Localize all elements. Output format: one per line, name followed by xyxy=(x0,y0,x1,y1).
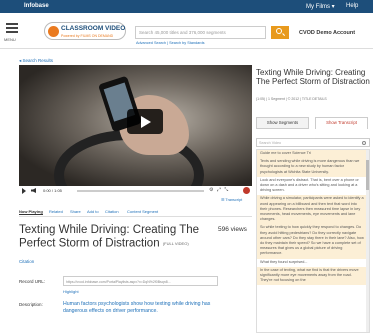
tab-citation[interactable]: Citation xyxy=(105,209,119,214)
citation-link[interactable]: Citation xyxy=(19,259,34,264)
advanced-search-link[interactable]: Advanced Search xyxy=(136,41,166,45)
sidebar-title: Texting While Driving: Creating The Perf… xyxy=(256,68,370,86)
view-count: 596 views xyxy=(218,226,247,233)
transcript-panel[interactable]: Guide me to cover Science Tri Texts and … xyxy=(256,149,370,333)
my-films-menu[interactable]: My Films ▾ xyxy=(306,3,335,10)
record-icon[interactable] xyxy=(243,187,250,194)
hamburger-menu-icon[interactable] xyxy=(6,23,18,35)
transcript-line[interactable]: While driving a simulator, participants … xyxy=(257,195,369,225)
transcript-search-input[interactable]: Search Video xyxy=(256,138,370,147)
help-link[interactable]: Help xyxy=(346,3,358,9)
play-control-icon[interactable] xyxy=(22,188,26,194)
transcript-line[interactable]: Texts and sending while driving is more … xyxy=(257,158,369,177)
tab-content-segment[interactable]: Content Segment xyxy=(127,209,158,214)
volume-icon[interactable] xyxy=(31,188,36,193)
transcript-search-placeholder: Search Video xyxy=(259,141,282,145)
transcript-line[interactable]: Look and everyone's distract. That is, b… xyxy=(257,177,369,196)
header: MENU CLASSROOM VIDEO Powered by FILMS ON… xyxy=(0,13,373,49)
record-url-label: Record URL: xyxy=(19,279,46,284)
logo-emblem-icon xyxy=(48,26,59,37)
brand-label[interactable]: Infobase xyxy=(24,3,49,9)
record-url-field[interactable]: https://cvod.infobase.com/PortalPlaylist… xyxy=(63,276,218,286)
description-text: Human factors psychologists show how tex… xyxy=(63,301,211,314)
player-settings-icons[interactable]: ⚙ ⤢ ⤡ xyxy=(209,187,229,193)
show-transcript-tab[interactable]: Show Transcript xyxy=(315,117,368,129)
logo-subtitle: Powered by FILMS ON DEMAND xyxy=(61,34,114,38)
video-player[interactable] xyxy=(19,65,252,186)
logo-title: CLASSROOM VIDEO xyxy=(61,25,126,32)
video-controls: 0:00 / 1:05 ⚙ ⤢ ⤡ xyxy=(19,186,252,196)
top-bar: Infobase My Films ▾ Help xyxy=(0,0,373,13)
full-video-label: (FULL VIDEO) xyxy=(162,241,189,246)
tab-add-to[interactable]: Add to xyxy=(87,209,99,214)
search-by-standards-link[interactable]: Search by Standards xyxy=(169,41,204,45)
transcript-line[interactable]: Guide me to cover Science Tri xyxy=(257,150,369,159)
transcript-line[interactable]: So while texting to how quickly they res… xyxy=(257,224,369,259)
menu-label[interactable]: MENU xyxy=(4,37,16,42)
search-button[interactable] xyxy=(271,26,289,39)
classroom-video-logo[interactable]: CLASSROOM VIDEO Powered by FILMS ON DEMA… xyxy=(44,22,126,40)
progress-bar[interactable] xyxy=(77,190,204,192)
play-icon xyxy=(141,116,151,128)
transcript-scrollbar[interactable] xyxy=(366,150,369,332)
transcript-line[interactable]: What they found surprised... xyxy=(257,259,369,267)
highlight-link[interactable]: Highlight xyxy=(63,289,79,294)
transcript-link[interactable]: ☰ Transcript xyxy=(221,197,242,202)
video-title: Texting While Driving: Creating The Perf… xyxy=(19,224,229,251)
sidebar-meta: (1:05) | 1 Segment | © 2012 | TITLE DETA… xyxy=(256,97,327,101)
account-name[interactable]: CVOD Demo Account xyxy=(299,30,355,36)
search-input[interactable]: Search 45,000 titles and 376,000 segment… xyxy=(135,26,266,39)
tab-related[interactable]: Related xyxy=(49,209,63,214)
tab-now-playing[interactable]: Now Playing xyxy=(19,209,43,215)
tab-share[interactable]: Share xyxy=(70,209,81,214)
search-icon[interactable] xyxy=(362,141,366,145)
search-links: Advanced Search | Search by Standards xyxy=(136,41,205,45)
video-time: 0:00 / 1:05 xyxy=(43,188,62,193)
video-tabs: Now Playing Related Share Add to Citatio… xyxy=(19,209,252,217)
show-segments-tab[interactable]: Show Segments xyxy=(256,117,309,129)
transcript-line[interactable]: In the case of texting, what we find is … xyxy=(257,266,369,286)
play-button[interactable] xyxy=(127,109,163,134)
search-results-link[interactable]: ◂ Search Results xyxy=(19,58,53,64)
description-label: Description: xyxy=(19,302,43,307)
